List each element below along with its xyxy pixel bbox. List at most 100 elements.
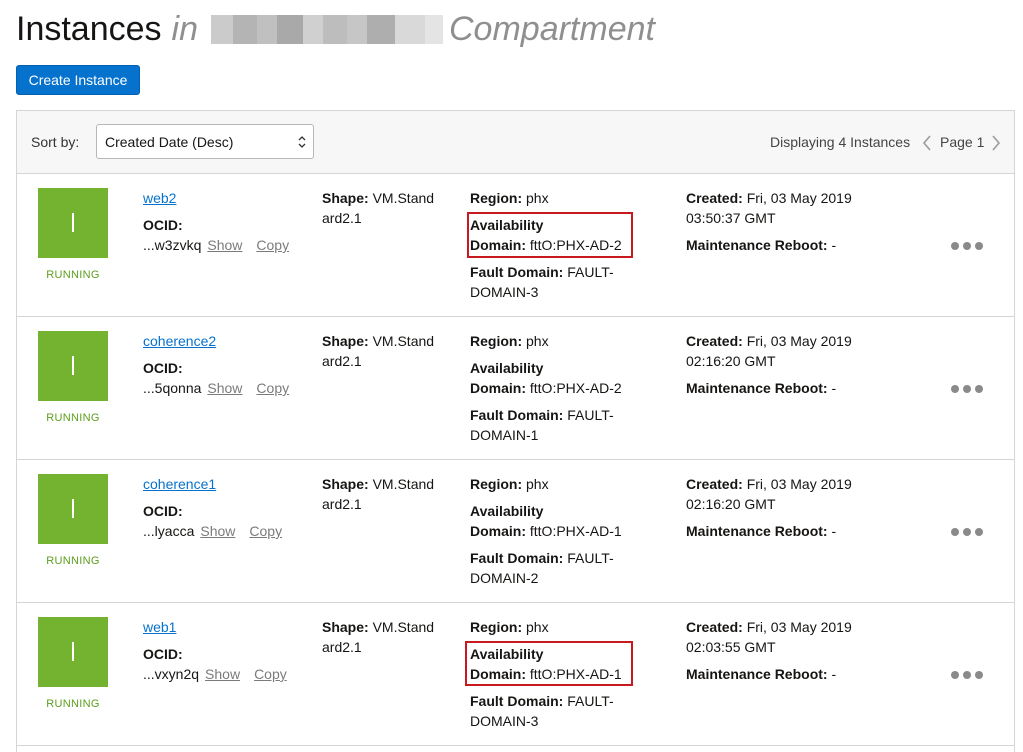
maintenance-reboot-field: Maintenance Reboot: -	[686, 521, 836, 541]
ocid-value: ...vxyn2q	[143, 666, 200, 682]
created-field: Created: Fri, 03 May 2019 03:50:37 GMT	[686, 188, 886, 228]
chevron-right-icon[interactable]	[990, 135, 1002, 151]
created-value-2: 02:16:20 GMT	[686, 496, 776, 512]
created-field: Created: Fri, 03 May 2019 02:03:55 GMT	[686, 617, 886, 657]
fault-domain-value-1: FAULT-	[567, 407, 614, 423]
created-value-1: Fri, 03 May 2019	[746, 333, 852, 349]
domain-label: Domain:	[470, 523, 526, 539]
region-field: Region: phx	[470, 188, 549, 208]
fault-domain-label: Fault Domain:	[470, 693, 564, 709]
list-toolbar: Sort by: Created Date (Desc) Displaying …	[17, 111, 1014, 174]
ocid-copy-link[interactable]: Copy	[249, 523, 282, 539]
instance-name-link[interactable]: web2	[143, 190, 176, 206]
shape-value-1: VM.Stand	[372, 333, 435, 349]
shape-value-1: VM.Stand	[372, 190, 435, 206]
page-title-compartment: Compartment	[449, 9, 655, 48]
more-dots-icon[interactable]	[950, 527, 984, 537]
shape-field: Shape: VM.Stand ard2.1	[322, 474, 447, 514]
region-label: Region:	[470, 476, 523, 492]
region-field: Region: phx	[470, 331, 549, 351]
shape-label: Shape:	[322, 619, 369, 635]
instance-icon	[38, 617, 108, 687]
page-title-text: Instances	[16, 9, 162, 48]
shape-field: Shape: VM.Stand ard2.1	[322, 617, 447, 657]
more-dots-icon[interactable]	[950, 670, 984, 680]
sort-select-value: Created Date (Desc)	[105, 133, 234, 150]
shape-value-1: VM.Stand	[372, 619, 435, 635]
fault-domain-value-2: DOMAIN-1	[470, 427, 539, 443]
ocid-show-link[interactable]: Show	[200, 523, 235, 539]
sort-select[interactable]: Created Date (Desc)	[96, 124, 314, 159]
sort-label: Sort by:	[31, 134, 80, 150]
ocid-label: OCID:	[143, 646, 183, 662]
maintenance-value: -	[831, 380, 837, 396]
shape-value-2: ard2.1	[322, 639, 362, 655]
region-value: phx	[526, 333, 549, 349]
page-title-in: in	[171, 9, 198, 48]
created-value-2: 03:50:37 GMT	[686, 210, 776, 226]
redacted-compartment-name	[211, 14, 443, 44]
status-running: RUNNING	[46, 698, 100, 710]
ocid-label: OCID:	[143, 360, 183, 376]
shape-field: Shape: VM.Stand ard2.1	[322, 331, 447, 371]
ocid-label: OCID:	[143, 503, 183, 519]
fault-domain-value-2: DOMAIN-3	[470, 284, 539, 300]
shape-value-1: VM.Stand	[372, 476, 435, 492]
ocid-show-link[interactable]: Show	[207, 380, 242, 396]
highlight-box	[465, 641, 633, 686]
instance-name-link[interactable]: coherence1	[143, 476, 216, 492]
more-dots-icon[interactable]	[950, 241, 984, 251]
fault-domain-label: Fault Domain:	[470, 407, 564, 423]
fault-domain-field: Fault Domain: FAULT- DOMAIN-3	[470, 262, 635, 302]
ocid-value: ...5qonna	[143, 380, 202, 396]
ocid-line: ...lyacca Show Copy	[143, 523, 282, 539]
ocid-show-link[interactable]: Show	[205, 666, 240, 682]
shape-value-2: ard2.1	[322, 353, 362, 369]
fault-domain-value-1: FAULT-	[567, 550, 614, 566]
instance-icon	[38, 331, 108, 401]
ocid-line: ...vxyn2q Show Copy	[143, 666, 287, 682]
ocid-label: OCID:	[143, 217, 183, 233]
region-label: Region:	[470, 619, 523, 635]
availability-label: Availability	[470, 503, 544, 519]
ocid-value: ...w3zvkq	[143, 237, 202, 253]
fault-domain-label: Fault Domain:	[470, 550, 564, 566]
region-value: phx	[526, 190, 549, 206]
ocid-value: ...lyacca	[143, 523, 195, 539]
more-dots-icon[interactable]	[950, 384, 984, 394]
availability-domain-field: Availability Domain: fttO:PHX-AD-1	[470, 501, 635, 541]
created-value-1: Fri, 03 May 2019	[746, 476, 852, 492]
region-value: phx	[526, 476, 549, 492]
availability-domain-field: Availability Domain: fttO:PHX-AD-2	[470, 358, 635, 398]
shape-value-2: ard2.1	[322, 210, 362, 226]
create-instance-button[interactable]: Create Instance	[16, 65, 140, 95]
region-field: Region: phx	[470, 474, 549, 494]
fault-domain-field: Fault Domain: FAULT- DOMAIN-2	[470, 548, 635, 588]
ocid-show-link[interactable]: Show	[207, 237, 242, 253]
created-value-2: 02:03:55 GMT	[686, 639, 776, 655]
maintenance-value: -	[831, 523, 837, 539]
page-indicator: Page 1	[940, 134, 985, 150]
shape-label: Shape:	[322, 190, 369, 206]
ocid-copy-link[interactable]: Copy	[254, 666, 287, 682]
region-label: Region:	[470, 190, 523, 206]
maintenance-reboot-field: Maintenance Reboot: -	[686, 378, 836, 398]
created-field: Created: Fri, 03 May 2019 02:16:20 GMT	[686, 331, 886, 371]
fault-domain-label: Fault Domain:	[470, 264, 564, 280]
maintenance-value: -	[831, 666, 837, 682]
instance-icon-glyph	[72, 499, 74, 518]
ocid-copy-link[interactable]: Copy	[256, 237, 289, 253]
availability-domain-value: fttO:PHX-AD-1	[529, 523, 622, 539]
maintenance-value: -	[831, 237, 837, 253]
chevron-left-icon[interactable]	[921, 135, 933, 151]
created-label: Created:	[686, 619, 743, 635]
instance-icon	[38, 474, 108, 544]
region-field: Region: phx	[470, 617, 549, 637]
ocid-line: ...5qonna Show Copy	[143, 380, 289, 396]
instance-name-link[interactable]: coherence2	[143, 333, 216, 349]
instance-row: RUNNING coherence1 OCID: ...lyacca Show Co…	[17, 460, 1014, 603]
instance-name-link[interactable]: web1	[143, 619, 176, 635]
instance-icon-glyph	[72, 213, 74, 232]
highlight-box	[467, 212, 633, 258]
ocid-copy-link[interactable]: Copy	[256, 380, 289, 396]
